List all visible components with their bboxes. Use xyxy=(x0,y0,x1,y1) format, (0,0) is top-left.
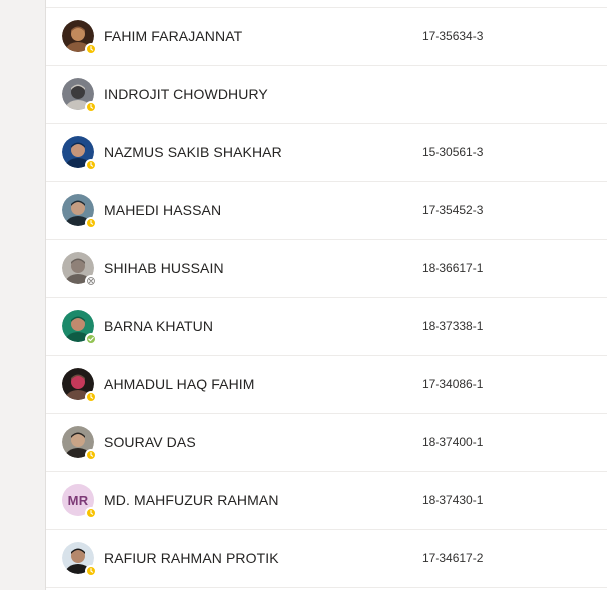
presence-away-clock-icon xyxy=(85,43,97,55)
member-row[interactable]: RAFIUR RAHMAN PROTIK 17-34617-2 xyxy=(46,530,607,588)
avatar[interactable] xyxy=(62,542,97,577)
presence-away-clock-icon xyxy=(85,449,97,461)
left-gutter xyxy=(0,0,45,590)
member-row[interactable]: SHIHAB HUSSAIN 18-36617-1 xyxy=(46,240,607,298)
member-name[interactable]: FAHIM FARAJANNAT xyxy=(104,28,242,44)
members-page: FAHIM FARAJANNAT 17-35634-3 INDROJIT CHOWD… xyxy=(0,0,607,590)
student-id: 17-34086-1 xyxy=(422,377,484,391)
member-row[interactable]: INDROJIT CHOWDHURY xyxy=(46,66,607,124)
member-name[interactable]: AHMADUL HAQ FAHIM xyxy=(104,376,255,392)
avatar[interactable] xyxy=(62,252,97,287)
student-id: 17-34617-2 xyxy=(422,551,484,565)
member-row[interactable]: NAZMUS SAKIB SHAKHAR 15-30561-3 xyxy=(46,124,607,182)
avatar[interactable] xyxy=(62,136,97,171)
previous-row-edge xyxy=(46,0,607,8)
avatar[interactable] xyxy=(62,194,97,229)
member-name[interactable]: RAFIUR RAHMAN PROTIK xyxy=(104,550,279,566)
member-name[interactable]: SOURAV DAS xyxy=(104,434,196,450)
member-row[interactable]: MAHEDI HASSAN 17-35452-3 xyxy=(46,182,607,240)
avatar[interactable] xyxy=(62,78,97,113)
member-name[interactable]: MD. MAHFUZUR RAHMAN xyxy=(104,492,279,508)
student-id: 17-35634-3 xyxy=(422,29,484,43)
member-row[interactable]: BARNA KHATUN 18-37338-1 xyxy=(46,298,607,356)
student-id: 18-36617-1 xyxy=(422,261,484,275)
member-row[interactable]: SOURAV DAS 18-37400-1 xyxy=(46,414,607,472)
student-id: 18-37430-1 xyxy=(422,493,484,507)
presence-away-clock-icon xyxy=(85,391,97,403)
member-row[interactable]: AHMADUL HAQ FAHIM 17-34086-1 xyxy=(46,356,607,414)
presence-away-clock-icon xyxy=(85,565,97,577)
avatar[interactable] xyxy=(62,426,97,461)
presence-away-clock-icon xyxy=(85,507,97,519)
member-name[interactable]: INDROJIT CHOWDHURY xyxy=(104,86,268,102)
avatar[interactable] xyxy=(62,368,97,403)
avatar[interactable] xyxy=(62,20,97,55)
avatar[interactable] xyxy=(62,310,97,345)
avatar[interactable]: MR xyxy=(62,484,97,519)
presence-offline-x-icon xyxy=(85,275,97,287)
presence-available-check-icon xyxy=(85,333,97,345)
member-name[interactable]: BARNA KHATUN xyxy=(104,318,213,334)
student-id: 17-35452-3 xyxy=(422,203,484,217)
student-id: 15-30561-3 xyxy=(422,145,484,159)
student-id: 18-37338-1 xyxy=(422,319,484,333)
presence-away-clock-icon xyxy=(85,159,97,171)
member-name[interactable]: MAHEDI HASSAN xyxy=(104,202,221,218)
member-name[interactable]: NAZMUS SAKIB SHAKHAR xyxy=(104,144,282,160)
member-name[interactable]: SHIHAB HUSSAIN xyxy=(104,260,224,276)
member-list: FAHIM FARAJANNAT 17-35634-3 INDROJIT CHOWD… xyxy=(45,0,607,590)
presence-away-clock-icon xyxy=(85,101,97,113)
member-row[interactable]: FAHIM FARAJANNAT 17-35634-3 xyxy=(46,8,607,66)
student-id: 18-37400-1 xyxy=(422,435,484,449)
presence-away-clock-icon xyxy=(85,217,97,229)
member-row[interactable]: MR MD. MAHFUZUR RAHMAN 18-37430-1 xyxy=(46,472,607,530)
